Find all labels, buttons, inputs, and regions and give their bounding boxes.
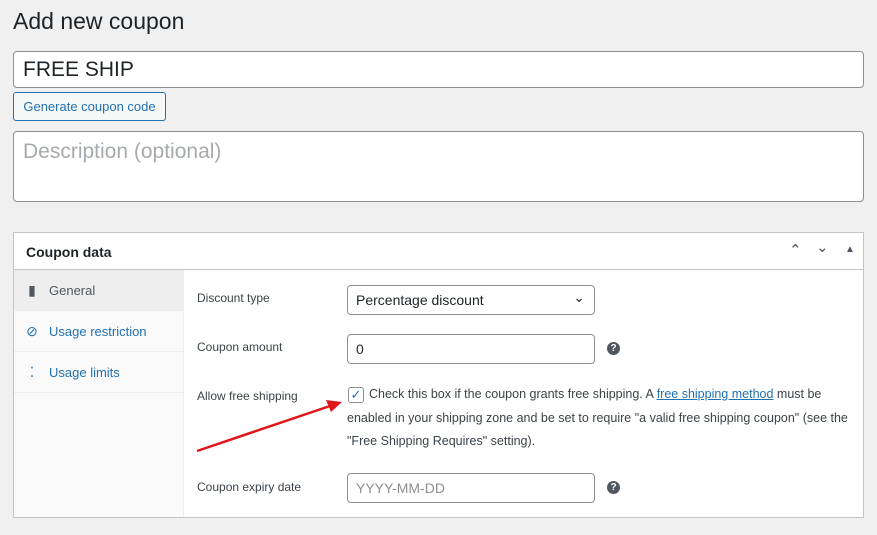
annotation-arrow — [196, 400, 342, 453]
